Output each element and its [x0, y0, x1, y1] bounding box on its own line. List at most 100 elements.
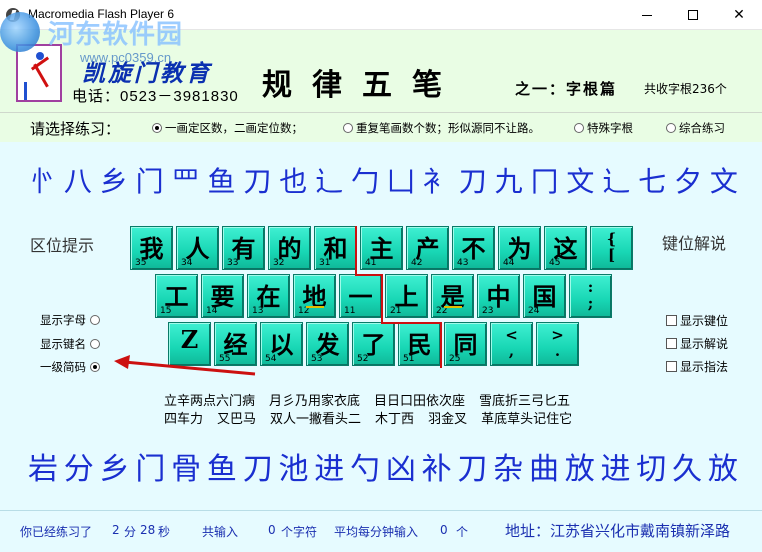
- root-char: 分: [63, 452, 94, 487]
- root-char: 岩: [28, 452, 58, 487]
- root-char: 切: [636, 452, 667, 487]
- root-char: 乡: [99, 452, 130, 487]
- practice-selector: 请选择练习： 一画定区数，二画定位数； 重复笔画数个数；形似源同不让路。 特殊字…: [0, 116, 762, 140]
- option-label: 显示字母: [40, 313, 86, 327]
- keyboard-row-2: 工 15 要 14 在 13 地 12 一 11 上 21 是 22 中 23 国 24 : ;: [155, 274, 612, 318]
- mnemonic-text: 目日口田依次座: [374, 394, 466, 409]
- key-23[interactable]: 中 23: [477, 274, 520, 318]
- key-21[interactable]: 上 21: [385, 274, 428, 318]
- key-punct[interactable]: { [: [590, 226, 633, 270]
- practice-option-2[interactable]: 重复笔画数个数；形似源同不让路。: [343, 120, 540, 136]
- root-char: 七: [638, 165, 667, 198]
- root-char: 门: [135, 165, 164, 198]
- checkbox-icon: [666, 361, 677, 372]
- show-keyname-option[interactable]: 显示键名: [40, 336, 100, 352]
- key-14[interactable]: 要 14: [201, 274, 244, 318]
- root-count: 共收字根236个: [644, 82, 727, 96]
- radio-icon: [90, 339, 100, 349]
- root-char: 鱼: [207, 165, 236, 198]
- key-number: 51: [403, 354, 415, 364]
- key-42[interactable]: 产 42: [406, 226, 449, 270]
- key-31[interactable]: 和 31: [314, 226, 357, 270]
- key-11[interactable]: 一 11: [339, 274, 382, 318]
- key-44[interactable]: 为 44: [498, 226, 541, 270]
- key-35[interactable]: 我 35: [130, 226, 173, 270]
- practice-option-1[interactable]: 一画定区数，二画定位数；: [152, 120, 303, 136]
- avg-label: 平均每分钟输入: [334, 525, 419, 539]
- key-51[interactable]: 民 51: [398, 322, 441, 366]
- key-43[interactable]: 不 43: [452, 226, 495, 270]
- root-char: 夕: [674, 165, 703, 198]
- key-punct[interactable]: : ;: [569, 274, 612, 318]
- key-number: 43: [457, 258, 469, 268]
- root-char: 进: [314, 452, 345, 487]
- key-22[interactable]: 是 22: [431, 274, 474, 318]
- key-number: 32: [273, 258, 285, 268]
- key-punct[interactable]: > .: [536, 322, 579, 366]
- key-number: 23: [482, 306, 494, 316]
- key-explain-label[interactable]: 键位解说: [662, 230, 726, 254]
- practice-option-label: 重复笔画数个数；形似源同不让路。: [356, 121, 540, 135]
- root-char: 辶: [315, 165, 344, 198]
- root-char: 文: [566, 165, 595, 198]
- key-punct[interactable]: < ,: [490, 322, 533, 366]
- hand-divider-line: [381, 274, 383, 324]
- key-32[interactable]: 的 32: [268, 226, 311, 270]
- practice-option-4[interactable]: 综合练习: [666, 120, 725, 136]
- key-number: 14: [206, 306, 218, 316]
- key-15[interactable]: 工 15: [155, 274, 198, 318]
- root-char: 乡: [99, 165, 128, 198]
- root-char: 放: [707, 452, 738, 487]
- show-letter-option[interactable]: 显示字母: [40, 312, 100, 328]
- mnemonic-text: 雪底折三弓匕五: [479, 394, 571, 409]
- key-24[interactable]: 国 24: [523, 274, 566, 318]
- close-button[interactable]: ✕: [716, 0, 762, 30]
- mnemonic-text: 又巴马: [217, 412, 257, 427]
- key-34[interactable]: 人 34: [176, 226, 219, 270]
- key-char: { [: [606, 230, 617, 264]
- keyboard-row-1: 我 35 人 34 有 33 的 32 和 31 主 41 产 42 不 43 为 44 这 45 { [: [130, 226, 633, 270]
- key-char: : ;: [587, 278, 594, 312]
- key-33[interactable]: 有 33: [222, 226, 265, 270]
- root-char: 衤: [422, 165, 451, 198]
- key-number: 24: [528, 306, 540, 316]
- maximize-button[interactable]: [670, 0, 716, 30]
- root-char: 刀: [243, 165, 272, 198]
- mnemonic-text: 革底草头记住它: [481, 412, 573, 427]
- key-45[interactable]: 这 45: [544, 226, 587, 270]
- key-52[interactable]: 了 52: [352, 322, 395, 366]
- key-number: 11: [344, 306, 356, 316]
- key-41[interactable]: 主 41: [360, 226, 403, 270]
- key-number: 42: [411, 258, 423, 268]
- root-char: 㣺: [28, 165, 57, 198]
- level1-code-option[interactable]: 一级简码: [40, 359, 100, 375]
- root-char: 八: [63, 165, 92, 198]
- show-fingering-checkbox[interactable]: 显示指法: [666, 358, 728, 375]
- arrow-annotation-icon: [114, 355, 256, 376]
- root-char: 放: [564, 452, 595, 487]
- key-54[interactable]: 以 54: [260, 322, 303, 366]
- show-keypos-checkbox[interactable]: 显示键位: [666, 312, 728, 329]
- practice-option-label: 特殊字根: [587, 121, 633, 135]
- key-char: < ,: [505, 326, 518, 360]
- page-title: 规律五笔: [262, 68, 462, 103]
- practice-option-3[interactable]: 特殊字根: [574, 120, 633, 136]
- key-number: 35: [135, 258, 147, 268]
- page-subtitle: 之一：字根篇: [515, 80, 618, 98]
- key-53[interactable]: 发 53: [306, 322, 349, 366]
- root-char: 鱼: [206, 452, 237, 487]
- root-char: 久: [672, 452, 703, 487]
- hand-divider-line: [381, 322, 441, 324]
- root-char: 九: [494, 165, 523, 198]
- radio-icon: [666, 123, 676, 133]
- close-icon: ✕: [733, 7, 745, 23]
- radio-icon: [152, 123, 162, 133]
- root-char: 门: [135, 452, 166, 487]
- minimize-button[interactable]: [624, 0, 670, 30]
- key-12[interactable]: 地 12: [293, 274, 336, 318]
- practiced-label: 你已经练习了: [20, 525, 93, 539]
- key-25[interactable]: 同 25: [444, 322, 487, 366]
- key-13[interactable]: 在 13: [247, 274, 290, 318]
- show-explain-checkbox[interactable]: 显示解说: [666, 335, 728, 352]
- key-number: 45: [549, 258, 561, 268]
